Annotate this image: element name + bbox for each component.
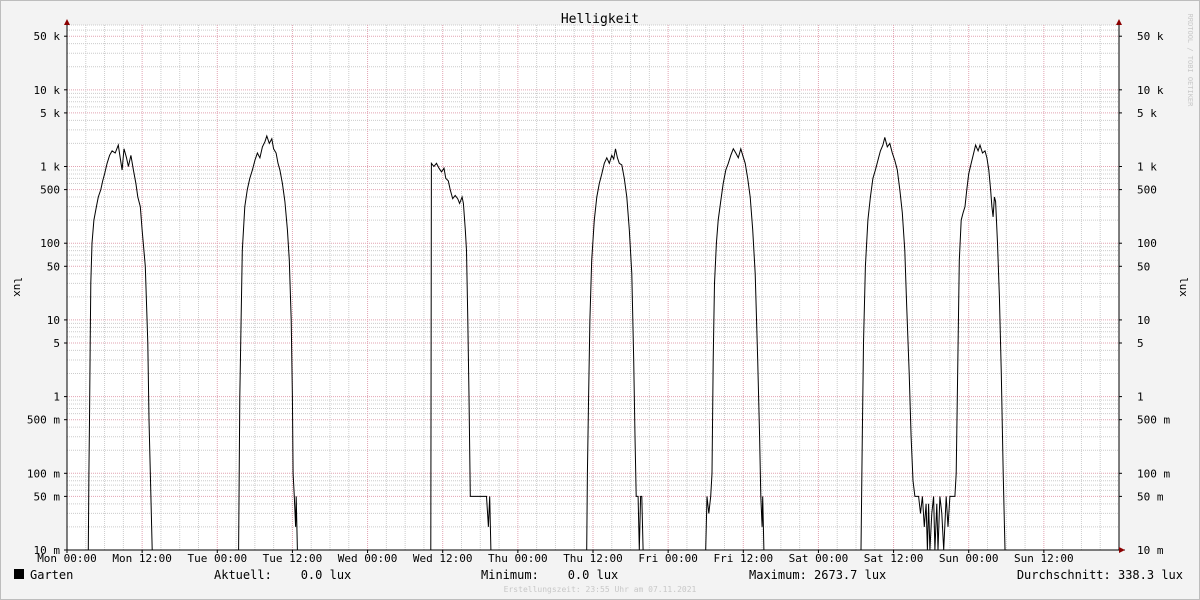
- y-tick-label-right: 500 m: [1137, 414, 1170, 427]
- y-tick-label: 1: [53, 391, 60, 404]
- x-tick-label: Wed 12:00: [413, 552, 473, 565]
- y-tick-label-right: 1 k: [1137, 161, 1157, 174]
- y-tick-label-right: 50 m: [1137, 490, 1164, 503]
- watermark: RRDTOOL / TOBI OETIKER: [1186, 14, 1194, 108]
- y-tick-label-right: 10: [1137, 314, 1150, 327]
- x-tick-label: Thu 00:00: [488, 552, 548, 565]
- x-tick-label: Mon 00:00: [37, 552, 97, 565]
- y-tick-label: 50 k: [34, 30, 61, 43]
- chart-title: Helligkeit: [561, 12, 639, 27]
- x-tick-label: Thu 12:00: [563, 552, 623, 565]
- x-tick-label: Mon 12:00: [112, 552, 172, 565]
- stat-minimum: Minimum: 0.0 lux: [481, 568, 618, 582]
- y-tick-label: 10: [47, 314, 60, 327]
- stat-average: Durchschnitt: 338.3 lux: [1017, 568, 1183, 582]
- y-tick-label-right: 1: [1137, 391, 1144, 404]
- x-tick-label: Sat 00:00: [789, 552, 849, 565]
- y-tick-label: 100: [40, 237, 60, 250]
- x-tick-label: Tue 12:00: [263, 552, 323, 565]
- y-tick-label-right: 100: [1137, 237, 1157, 250]
- y-tick-label-right: 500: [1137, 184, 1157, 197]
- y-axis-label-right: lux: [1177, 277, 1190, 297]
- x-tick-label: Wed 00:00: [338, 552, 398, 565]
- y-tick-label: 10 k: [34, 84, 61, 97]
- y-tick-label: 100 m: [27, 467, 60, 480]
- y-tick-label-right: 5: [1137, 337, 1144, 350]
- x-tick-label: Sat 12:00: [864, 552, 924, 565]
- x-tick-label: Sun 12:00: [1014, 552, 1074, 565]
- y-tick-label-right: 10 k: [1137, 84, 1164, 97]
- x-tick-label: Tue 00:00: [187, 552, 247, 565]
- y-tick-label: 50 m: [34, 490, 61, 503]
- y-tick-label-right: 5 k: [1137, 107, 1157, 120]
- y-tick-label: 5: [53, 337, 60, 350]
- y-tick-label-right: 50 k: [1137, 30, 1164, 43]
- x-tick-label: Fri 12:00: [713, 552, 773, 565]
- y-tick-label: 50: [47, 260, 60, 273]
- y-tick-label-right: 100 m: [1137, 467, 1170, 480]
- y-tick-label: 500 m: [27, 414, 60, 427]
- stat-maximum: Maximum: 2673.7 lux: [749, 568, 886, 582]
- stat-current: Aktuell: 0.0 lux: [214, 568, 351, 582]
- y-tick-label-right: 10 m: [1137, 544, 1164, 557]
- y-tick-label: 500: [40, 184, 60, 197]
- y-tick-label-right: 50: [1137, 260, 1150, 273]
- brightness-chart: 10 m 50 m 100 m 500 m 1 5 10 50 100 500 1 k 5 k 10 k…: [0, 0, 1200, 600]
- y-tick-label: 1 k: [40, 161, 60, 174]
- x-tick-label: Fri 00:00: [638, 552, 698, 565]
- legend-swatch: [14, 569, 24, 579]
- legend-label: Garten: [30, 568, 73, 582]
- y-tick-label: 5 k: [40, 107, 60, 120]
- y-axis-label-left: lux: [11, 277, 24, 297]
- x-tick-label: Sun 00:00: [939, 552, 999, 565]
- footer-note: Erstellungszeit: 23:55 Uhr am 07.11.2021: [504, 585, 697, 594]
